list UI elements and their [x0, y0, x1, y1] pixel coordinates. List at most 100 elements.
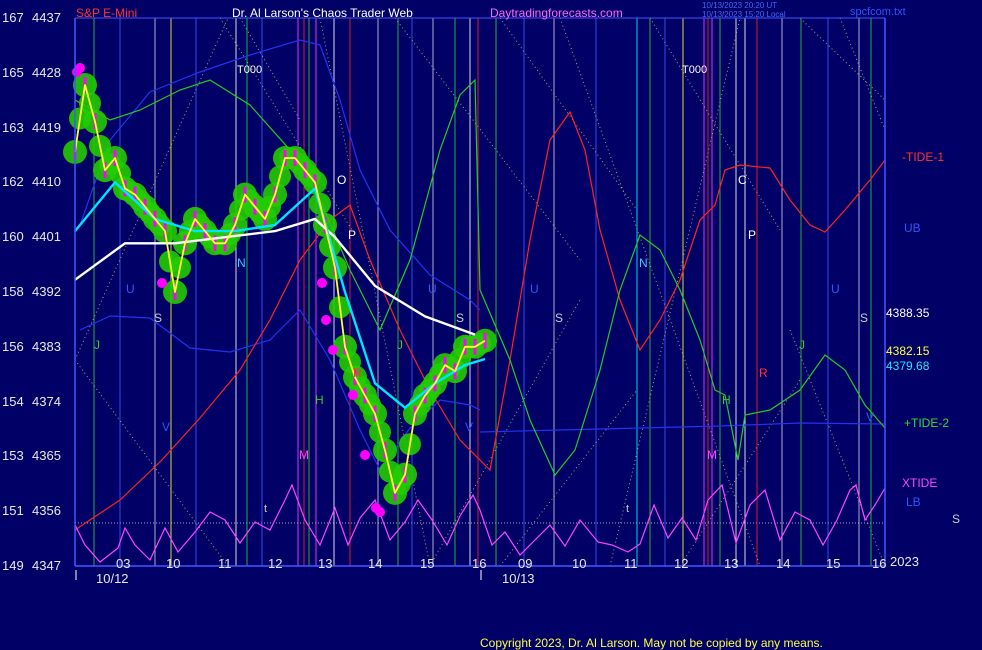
- x-tick-13: 14: [776, 556, 791, 571]
- marker-h-1: H: [315, 393, 324, 407]
- marker-t-1: t: [264, 503, 268, 515]
- y-tick-price-7: 4410: [32, 174, 61, 190]
- y-tick-index-8: 163: [2, 119, 24, 135]
- y-tick-price-6: 4401: [32, 229, 61, 245]
- x-tick-15: 16: [872, 556, 887, 571]
- symbol-title: S&P E-Mini: [76, 6, 138, 20]
- marker-t000-1: T000: [237, 64, 263, 76]
- y-tick-index-2: 153: [2, 448, 24, 464]
- timestamp-ut: 10/13/2023 20:20 UT: [702, 1, 778, 10]
- timestamp-local: 10/13/2023 15:20 Local: [702, 10, 786, 19]
- date-label-1: 10/12: [96, 571, 129, 586]
- y-tick-index-1: 151: [2, 503, 24, 519]
- marker-p-1: P: [348, 228, 357, 242]
- y-tick-price-9: 4428: [32, 64, 61, 80]
- x-tick-3: 12: [268, 556, 283, 571]
- price-dot-5: [328, 345, 338, 355]
- marker-h-2: H: [722, 393, 731, 407]
- marker-v-2: V: [465, 420, 474, 434]
- marker-s-1: S: [154, 311, 163, 325]
- price-dot-6: [348, 390, 358, 400]
- y-tick-price-10: 4437: [32, 10, 61, 25]
- author-title: Dr. Al Larson's Chaos Trader Web: [232, 6, 413, 20]
- legend-xtide: XTIDE: [902, 476, 938, 490]
- marker-m-2: M: [707, 448, 717, 462]
- marker-v-1: V: [162, 420, 171, 434]
- price-dot-3: [317, 278, 327, 288]
- y-tick-price-5: 4392: [32, 284, 61, 299]
- marker-u-1: U: [126, 282, 135, 296]
- file-name: spcfcom.txt: [850, 6, 906, 18]
- marker-m-1: M: [299, 448, 309, 462]
- marker-p-2: P: [748, 228, 757, 242]
- x-tick-11: 12: [674, 556, 689, 571]
- marker-j-1: J: [94, 338, 100, 352]
- ub-value: 4388.35: [886, 306, 930, 320]
- diagonal-0: [74, 17, 229, 361]
- diagonal-3: [319, 17, 431, 567]
- bollinger-band: [79, 39, 886, 472]
- price-line: [74, 84, 486, 494]
- legend-s: S: [952, 512, 961, 526]
- year-label: 2023: [890, 554, 919, 569]
- x-tick-0: 03: [116, 556, 131, 571]
- date-label-2: 10/13: [502, 571, 535, 586]
- y-tick-price-1: 4356: [32, 503, 61, 519]
- y-tick-price-8: 4419: [32, 119, 61, 135]
- x-tick-6: 15: [420, 556, 435, 571]
- marker-s-4: S: [860, 311, 869, 325]
- x-tick-2: 11: [218, 556, 232, 571]
- y-tick-index-7: 162: [2, 174, 24, 190]
- y-tick-index-5: 158: [2, 284, 24, 299]
- x-tick-14: 15: [826, 556, 841, 571]
- price-dot-2: [157, 278, 167, 288]
- diagonal-10: [799, 17, 886, 101]
- x-tick-10: 11: [624, 556, 638, 571]
- diagonal-4: [394, 17, 581, 261]
- marker-r-2: R: [759, 366, 768, 380]
- x-tick-4: 13: [318, 556, 333, 571]
- y-tick-index-3: 154: [2, 393, 24, 409]
- marker-s-3: S: [555, 311, 564, 325]
- legend-lb: LB: [906, 495, 921, 509]
- y-tick-index-0: 149: [2, 558, 24, 573]
- marker-c: C: [738, 173, 747, 187]
- y-tick-index-6: 160: [2, 229, 24, 245]
- y-tick-price-2: 4365: [32, 448, 61, 464]
- legend-tide1: -TIDE-1: [902, 150, 944, 164]
- price-dot-7: [360, 450, 370, 460]
- marker-n-1: N: [237, 256, 246, 270]
- copyright: Copyright 2023, Dr. Al Larson. May not b…: [480, 636, 823, 650]
- price-dot-4: [321, 315, 331, 325]
- price-dot-9: [375, 507, 385, 517]
- marker-t-2: t: [626, 503, 630, 515]
- marker-u-2: U: [428, 282, 437, 296]
- marker-j-3: J: [799, 338, 805, 352]
- y-tick-index-10: 167: [2, 10, 24, 25]
- x-tick-7: 16: [472, 556, 487, 571]
- marker-t000-2: T000: [682, 64, 708, 76]
- marker-j-2: J: [397, 338, 403, 352]
- site-link[interactable]: Daytradingforecasts.com: [490, 6, 623, 20]
- y-tick-price-3: 4374: [32, 393, 61, 409]
- ema_fast-line: [74, 181, 486, 409]
- diagonal-8: [649, 17, 781, 231]
- y-tick-price-0: 4347: [32, 558, 61, 573]
- price-line-path: [74, 84, 486, 494]
- price-dot-1: [75, 63, 85, 73]
- y-tick-index-4: 156: [2, 338, 24, 354]
- x-tick-12: 13: [724, 556, 739, 571]
- marker-r-1: R: [353, 366, 362, 380]
- y-tick-index-9: 165: [2, 64, 24, 80]
- moving-averages: [74, 181, 486, 409]
- marker-v-3: V: [866, 410, 875, 424]
- marker-s-2: S: [456, 311, 465, 325]
- cycle-lines: [93, 18, 872, 566]
- x-tick-1: 10: [166, 556, 181, 571]
- x-tick-8: 09: [518, 556, 533, 571]
- diagonal-12: [559, 17, 761, 567]
- marker-o: O: [337, 173, 347, 187]
- diagonal-5: [429, 299, 581, 567]
- x-tick-9: 10: [572, 556, 587, 571]
- diagonal-14: [839, 17, 886, 131]
